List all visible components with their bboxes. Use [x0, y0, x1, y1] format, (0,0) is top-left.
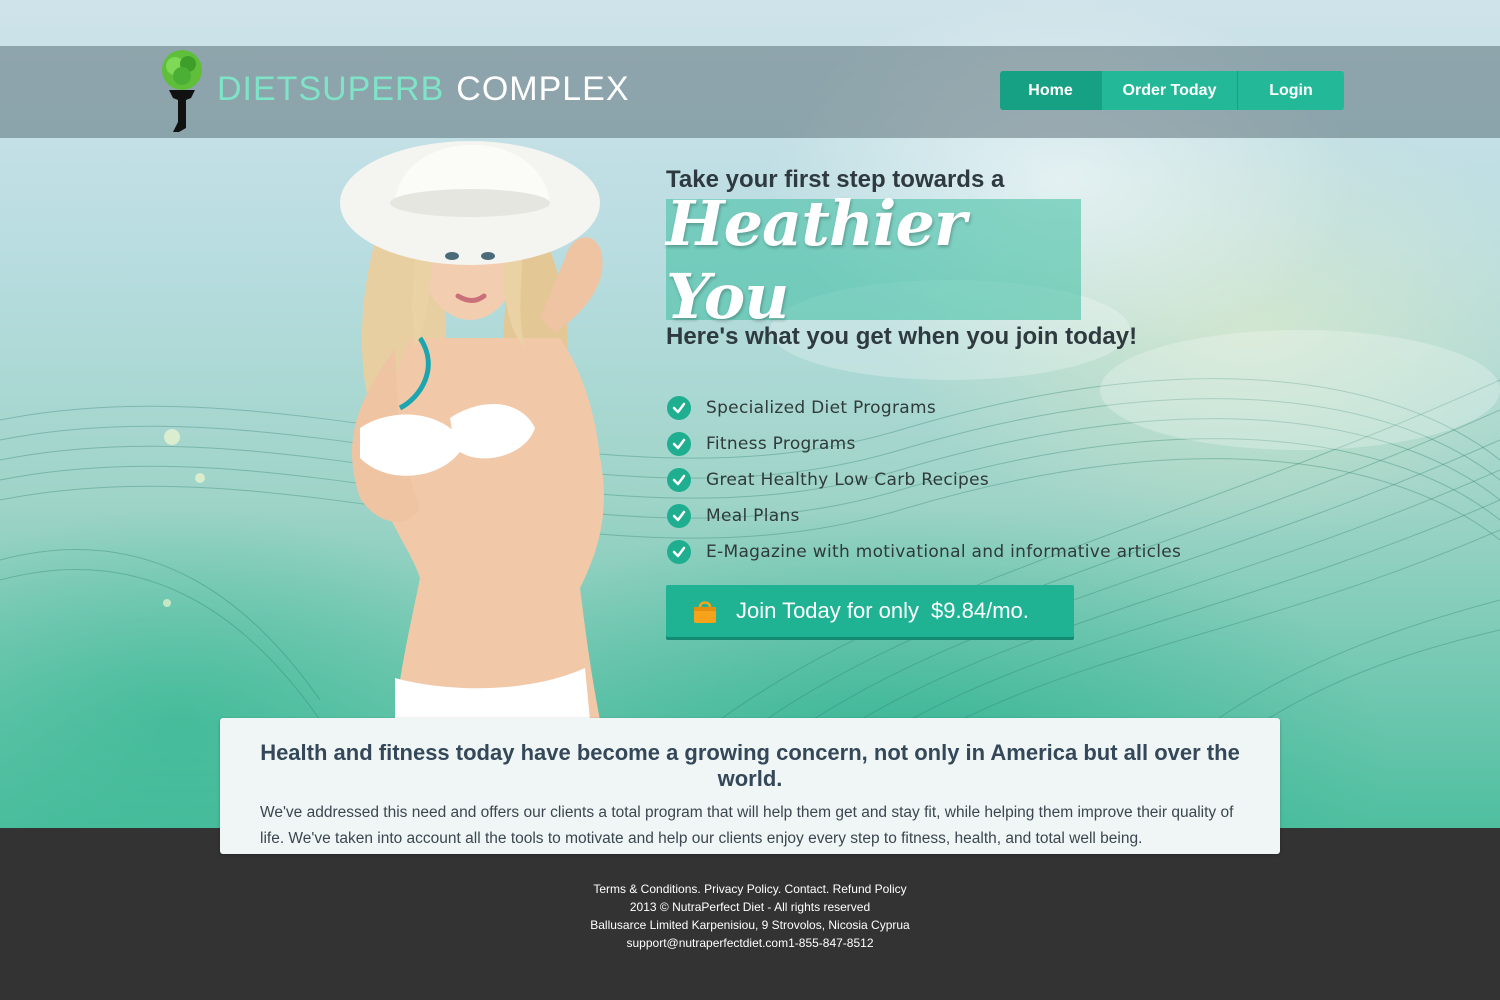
join-button-price: $9.84/mo. — [931, 598, 1029, 623]
benefit-item: Specialized Diet Programs — [667, 390, 1181, 426]
footer-link-contact[interactable]: Contact. — [785, 882, 830, 896]
footer: Terms & Conditions. Privacy Policy. Cont… — [0, 880, 1500, 952]
nav-home[interactable]: Home — [1000, 71, 1102, 110]
info-body: We've addressed this need and offers our… — [260, 804, 1234, 847]
footer-contact: support@nutraperfectdiet.com1-855-847-85… — [626, 936, 874, 950]
nav-login[interactable]: Login — [1238, 71, 1344, 110]
footer-copyright: 2013 © NutraPerfect Diet - All rights re… — [629, 900, 871, 914]
nav-order-today[interactable]: Order Today — [1102, 71, 1238, 110]
main-nav: Home Order Today Login — [1000, 71, 1344, 110]
benefit-label: Fitness Programs — [706, 434, 856, 454]
join-button-label: Join Today for only — [736, 598, 920, 623]
benefit-item: E-Magazine with motivational and informa… — [667, 534, 1181, 570]
benefit-item: Meal Plans — [667, 498, 1181, 534]
join-today-button[interactable]: Join Today for only $9.84/mo. — [666, 585, 1074, 637]
benefit-item: Great Healthy Low Carb Recipes — [667, 462, 1181, 498]
footer-links: Terms & Conditions. Privacy Policy. Cont… — [0, 880, 1500, 898]
benefit-label: E-Magazine with motivational and informa… — [706, 542, 1182, 562]
hero-subtitle: Here's what you get when you join today! — [666, 323, 1138, 350]
info-panel: Health and fitness today have become a g… — [220, 718, 1280, 854]
brand-name-part2: COMPLEX — [456, 69, 630, 108]
check-icon — [667, 396, 691, 420]
benefit-item: Fitness Programs — [667, 426, 1181, 462]
hero-script-heading: Heathier You — [666, 186, 967, 333]
info-title: Health and fitness today have become a g… — [260, 740, 1240, 791]
footer-link-refund[interactable]: Refund Policy — [833, 882, 907, 896]
benefit-label: Meal Plans — [706, 506, 800, 526]
footer-link-privacy[interactable]: Privacy Policy. — [704, 882, 781, 896]
benefit-label: Great Healthy Low Carb Recipes — [706, 470, 990, 490]
check-icon — [667, 468, 691, 492]
benefit-label: Specialized Diet Programs — [706, 398, 936, 418]
check-icon — [667, 432, 691, 456]
brand-name: DIETSUPERB COMPLEX — [217, 70, 630, 109]
hero-script-box: Heathier You — [666, 187, 1081, 333]
footer-link-terms[interactable]: Terms & Conditions. — [593, 882, 700, 896]
check-icon — [667, 540, 691, 564]
tree-logo-icon — [155, 48, 209, 134]
footer-address: Ballusarce Limited Karpenisiou, 9 Strovo… — [590, 918, 910, 932]
check-icon — [667, 504, 691, 528]
benefits-list: Specialized Diet Programs Fitness Progra… — [667, 390, 1181, 570]
brand-name-part1: DIETSUPERB — [217, 69, 445, 108]
shopping-bag-icon — [692, 598, 718, 624]
model-photo — [300, 108, 640, 720]
